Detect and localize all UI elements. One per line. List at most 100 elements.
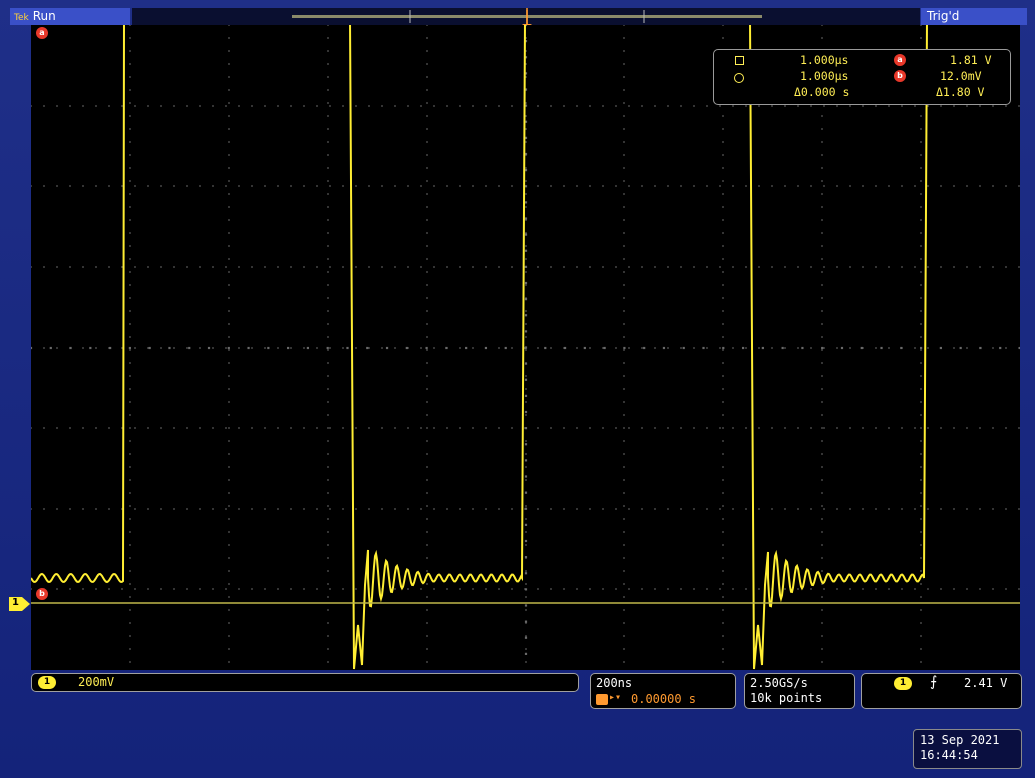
graticule-dot (821, 531, 823, 533)
graticule-dot (623, 141, 625, 143)
graticule-dot (426, 245, 428, 247)
graticule-dot (472, 427, 474, 429)
cursor-b-marker[interactable]: b (36, 588, 48, 600)
graticule-dot (959, 346, 962, 350)
vertical-scale-readout[interactable]: 1 200mV (31, 673, 579, 692)
graticule-dot (212, 427, 214, 429)
graticule-dot (129, 271, 131, 273)
graticule-dot (940, 427, 942, 429)
graticule-dot (251, 588, 253, 590)
graticule-dot (426, 362, 428, 364)
graticule-dot (525, 193, 527, 195)
graticule-dot (849, 588, 851, 590)
graticule-dot (346, 346, 349, 350)
graticule-dot (327, 323, 329, 325)
graticule-dot (745, 588, 747, 590)
graticule-dot (992, 508, 994, 510)
waveform-graticule[interactable] (31, 25, 1020, 670)
graticule-dot (719, 508, 721, 510)
graticule-dot (433, 347, 435, 349)
graticule-dot (459, 588, 461, 590)
graticule-dot (1005, 427, 1007, 429)
graticule-dot (524, 588, 528, 591)
graticule-dot (920, 219, 922, 221)
graticule-dot (966, 347, 968, 349)
graticule-dot (228, 102, 230, 104)
graticule-dot (992, 105, 994, 107)
graticule-dot (316, 508, 318, 510)
graticule-dot (199, 266, 201, 268)
graticule-dot (920, 388, 922, 390)
graticule-dot (706, 347, 708, 349)
graticule-dot (628, 105, 630, 107)
graticule-dot (758, 185, 760, 187)
graticule-dot (953, 588, 955, 590)
graticule-dot (914, 347, 916, 349)
ch1-ground-marker[interactable]: 1 (9, 596, 31, 611)
graticule-dot (654, 427, 656, 429)
graticule-dot (771, 185, 773, 187)
cursor-a-marker[interactable]: a (36, 27, 48, 39)
trigger-state-badge[interactable]: Trig'd (921, 8, 1027, 25)
graticule-dot (888, 427, 890, 429)
graticule-dot (693, 508, 695, 510)
graticule-dot (160, 105, 162, 107)
graticule-dot (228, 583, 230, 585)
cursor-readout-panel[interactable]: 1.000µs 1.000µs Δ0.000 s a b 1.81 V 12.0… (713, 49, 1011, 105)
graticule-dot (920, 479, 922, 481)
graticule-dot (426, 453, 428, 455)
graticule-dot (129, 349, 131, 351)
graticule-dot (342, 508, 344, 510)
graticule-dot (524, 636, 528, 639)
graticule-dot (654, 266, 656, 268)
graticule-dot (129, 232, 131, 234)
graticule-dot (420, 105, 422, 107)
graticule-dot (426, 232, 428, 234)
graticule-dot (525, 258, 527, 260)
graticule-dot (134, 588, 136, 590)
graticule-dot (875, 427, 877, 429)
graticule-dot (641, 105, 643, 107)
graticule-dot (327, 557, 329, 559)
graticule-dot (251, 508, 253, 510)
graticule-dot (623, 440, 625, 442)
graticule-dot (420, 508, 422, 510)
graticule-dot (405, 346, 408, 350)
graticule-dot (836, 588, 838, 590)
graticule-dot (823, 266, 825, 268)
graticule-dot (667, 266, 669, 268)
graticule-dot (643, 346, 646, 350)
graticule-dot (920, 245, 922, 247)
graticule-dot (238, 105, 240, 107)
graticule-dot (623, 505, 625, 507)
graticule-dot (888, 105, 890, 107)
graticule-dot (316, 347, 318, 349)
graticule-dot (129, 193, 131, 195)
graticule-dot (623, 362, 625, 364)
graticule-dot (228, 310, 230, 312)
graticule-dot (69, 427, 71, 429)
trigger-readout[interactable]: 1 ⨍ 2.41 V (861, 673, 1022, 709)
acquisition-readout[interactable]: 2.50GS/s 10k points (744, 673, 855, 709)
horizontal-scale-readout[interactable]: 200ns ▸▾ 0.00000 s (590, 673, 736, 709)
graticule-dot (953, 427, 955, 429)
graticule-dot (420, 266, 422, 268)
graticule-dot (426, 440, 428, 442)
acquisition-state-badge[interactable]: Tek Run (10, 8, 130, 25)
graticule-dot (722, 466, 724, 468)
graticule-dot (329, 427, 331, 429)
graticule-dot (722, 375, 724, 377)
graticule-dot (797, 185, 799, 187)
graticule-dot (385, 346, 389, 350)
graticule-dot (128, 346, 131, 350)
graticule-dot (722, 245, 724, 247)
graticule-dot (914, 266, 916, 268)
graticule-dot (485, 427, 487, 429)
graticule-dot (228, 388, 230, 390)
graticule-dot (623, 89, 625, 91)
graticule-dot (228, 531, 230, 533)
graticule-dot (225, 427, 227, 429)
graticule-dot (589, 427, 591, 429)
graticule-dot (771, 266, 773, 268)
graticule-dot (129, 622, 131, 624)
